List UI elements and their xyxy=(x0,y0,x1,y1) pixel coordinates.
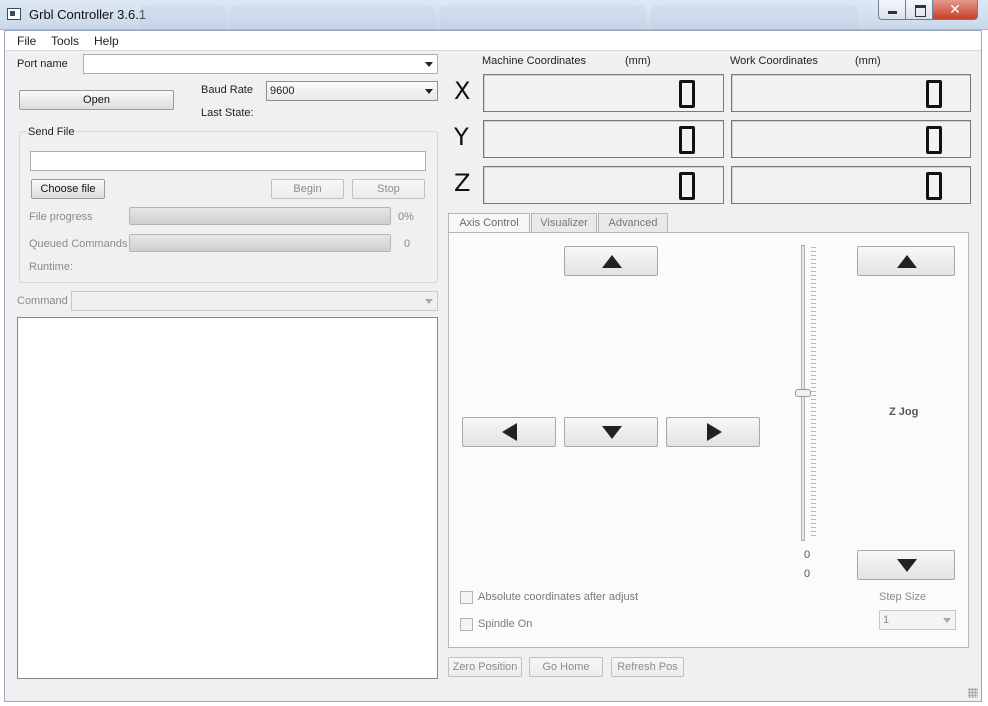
chevron-down-icon xyxy=(425,299,433,304)
tab-axis-control[interactable]: Axis Control xyxy=(448,213,530,233)
arrow-left-icon xyxy=(502,423,517,441)
chevron-down-icon xyxy=(943,618,951,623)
axis-y-label: Y xyxy=(454,123,469,151)
menu-bar: File Tools Help xyxy=(5,31,981,51)
maximize-button[interactable] xyxy=(905,0,933,20)
queued-commands-value: 0 xyxy=(404,238,411,250)
work-coordinates-title: Work Coordinates xyxy=(730,55,818,67)
jog-x-minus-button[interactable] xyxy=(462,417,556,447)
axis-x-label: X xyxy=(454,77,471,105)
refresh-pos-button[interactable]: Refresh Pos xyxy=(611,657,684,677)
step-size-label: Step Size xyxy=(879,591,927,603)
arrow-down-icon xyxy=(897,559,917,572)
menu-help[interactable]: Help xyxy=(94,34,119,48)
absolute-coords-checkbox[interactable] xyxy=(460,591,473,604)
menu-file[interactable]: File xyxy=(17,34,36,48)
work-x-display xyxy=(731,74,971,112)
background-browser-tabs xyxy=(140,4,870,28)
resize-grip[interactable] xyxy=(968,688,978,698)
last-state-label: Last State: xyxy=(201,107,254,119)
machine-coordinates-title: Machine Coordinates xyxy=(482,55,586,67)
file-progress-label: File progress xyxy=(29,211,93,223)
spindle-on-checkbox[interactable] xyxy=(460,618,473,631)
machine-x-display xyxy=(483,74,724,112)
work-z-display xyxy=(731,166,971,204)
choose-file-button[interactable]: Choose file xyxy=(31,179,105,199)
app-icon xyxy=(7,8,21,20)
chevron-down-icon xyxy=(425,62,433,67)
work-y-digit xyxy=(926,126,942,154)
jog-z-minus-button[interactable] xyxy=(857,550,955,580)
minimize-button[interactable] xyxy=(878,0,906,20)
menu-tools[interactable]: Tools xyxy=(51,34,79,48)
step-size-value: 1 xyxy=(883,614,890,626)
title-bar: Grbl Controller 3.6.1 ✕ xyxy=(0,0,988,30)
go-home-button[interactable]: Go Home xyxy=(529,657,603,677)
baud-rate-combo[interactable]: 9600 xyxy=(266,81,438,101)
arrow-up-icon xyxy=(897,255,917,268)
z-slider-handle[interactable] xyxy=(795,389,811,397)
z-slider-ticks xyxy=(811,247,816,539)
command-combo[interactable] xyxy=(71,291,438,311)
machine-z-digit xyxy=(679,172,695,200)
machine-coordinates-unit: (mm) xyxy=(625,55,651,67)
close-icon: ✕ xyxy=(949,1,961,17)
work-y-display xyxy=(731,120,971,158)
slider-value-label: 0 xyxy=(804,568,811,580)
queued-commands-bar xyxy=(129,234,391,252)
machine-y-display xyxy=(483,120,724,158)
runtime-label: Runtime: xyxy=(29,261,74,273)
port-name-combo[interactable] xyxy=(83,54,438,74)
machine-x-digit xyxy=(679,80,695,108)
machine-z-display xyxy=(483,166,724,204)
baud-rate-label: Baud Rate xyxy=(201,84,253,96)
begin-button[interactable]: Begin xyxy=(271,179,344,199)
queued-commands-label: Queued Commands xyxy=(29,238,128,250)
zero-position-button[interactable]: Zero Position xyxy=(448,657,522,677)
console-output[interactable] xyxy=(17,317,438,679)
arrow-up-icon xyxy=(602,255,622,268)
jog-x-plus-button[interactable] xyxy=(666,417,760,447)
main-window: File Tools Help Port name Open Baud Rate… xyxy=(4,30,982,702)
work-z-digit xyxy=(926,172,942,200)
jog-z-plus-button[interactable] xyxy=(857,246,955,276)
arrow-down-icon xyxy=(602,426,622,439)
tab-advanced[interactable]: Advanced xyxy=(598,213,668,232)
jog-y-minus-button[interactable] xyxy=(564,417,658,447)
baud-rate-value: 9600 xyxy=(270,85,295,97)
file-path-field[interactable] xyxy=(30,151,426,171)
spindle-on-label: Spindle On xyxy=(478,618,533,630)
command-label: Command xyxy=(17,295,68,307)
send-file-title: Send File xyxy=(26,126,77,138)
machine-y-digit xyxy=(679,126,695,154)
port-name-label: Port name xyxy=(17,58,68,70)
chevron-down-icon xyxy=(425,89,433,94)
axis-z-label: Z xyxy=(454,169,471,197)
open-button[interactable]: Open xyxy=(19,90,174,110)
z-jog-label: Z Jog xyxy=(889,406,919,418)
close-button[interactable]: ✕ xyxy=(932,0,978,20)
window-title: Grbl Controller 3.6.1 xyxy=(29,7,147,22)
slider-min-label: 0 xyxy=(804,549,811,561)
axis-control-panel: 0 0 Z Jog Absolute coordinates after adj… xyxy=(448,232,969,648)
step-size-combo[interactable]: 1 xyxy=(879,610,956,630)
work-x-digit xyxy=(926,80,942,108)
file-progress-value: 0% xyxy=(398,211,414,223)
stop-button[interactable]: Stop xyxy=(352,179,425,199)
tab-visualizer[interactable]: Visualizer xyxy=(531,213,597,232)
arrow-right-icon xyxy=(707,423,722,441)
absolute-coords-label: Absolute coordinates after adjust xyxy=(478,591,639,603)
jog-y-plus-button[interactable] xyxy=(564,246,658,276)
file-progress-bar xyxy=(129,207,391,225)
work-coordinates-unit: (mm) xyxy=(855,55,881,67)
